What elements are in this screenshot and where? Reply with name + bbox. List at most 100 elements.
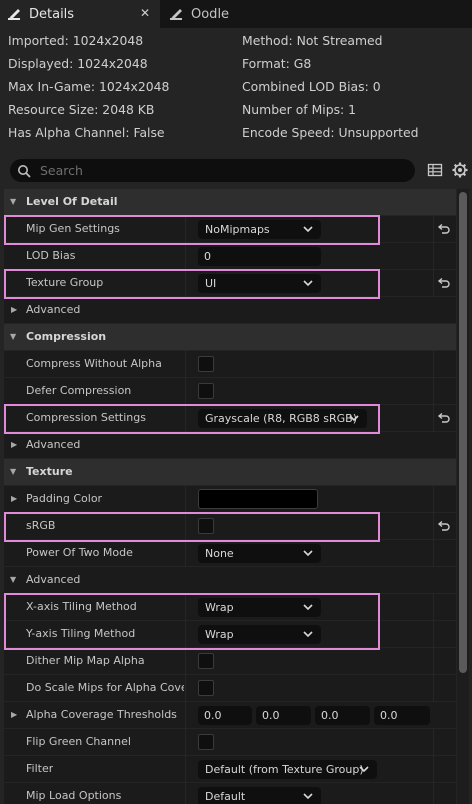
chevron-down-icon bbox=[303, 274, 313, 299]
mip-gen-settings-dropdown[interactable]: NoMipmaps bbox=[198, 220, 321, 239]
chevron-down-icon bbox=[349, 409, 359, 434]
chevron-right-icon: ▶ bbox=[11, 440, 18, 449]
property-row-filter: Filter Default (from Texture Group) bbox=[4, 756, 456, 783]
property-label: Advanced bbox=[26, 573, 81, 586]
power-of-two-dropdown[interactable]: None bbox=[198, 544, 321, 563]
subcategory-advanced-lod[interactable]: ▶ Advanced bbox=[4, 297, 456, 324]
category-label: Texture bbox=[26, 465, 73, 478]
category-texture[interactable]: ▼ Texture bbox=[4, 459, 456, 486]
dither-mip-map-alpha-checkbox[interactable] bbox=[198, 653, 214, 669]
tab-oodle-label: Oodle bbox=[191, 6, 230, 22]
category-level-of-detail[interactable]: ▼ Level Of Detail bbox=[4, 189, 456, 216]
dropdown-value: Default bbox=[205, 790, 246, 803]
property-row-texture-group: Texture Group UI bbox=[4, 270, 456, 297]
chevron-right-icon[interactable]: ▶ bbox=[11, 486, 17, 512]
property-row-y-tiling-method: Y-axis Tiling Method Wrap bbox=[4, 621, 456, 648]
property-label: Advanced bbox=[26, 303, 81, 316]
chevron-down-icon: ▼ bbox=[10, 332, 17, 341]
lod-bias-input[interactable]: 0 bbox=[198, 247, 321, 266]
chevron-down-icon: ▼ bbox=[10, 467, 17, 476]
category-compression[interactable]: ▼ Compression bbox=[4, 324, 456, 351]
alpha-coverage-y-input[interactable]: 0.0 bbox=[256, 706, 311, 725]
chevron-down-icon bbox=[303, 544, 313, 569]
flip-green-channel-checkbox[interactable] bbox=[198, 734, 214, 750]
info-max-in-game: Max In-Game: 1024x2048 bbox=[8, 79, 170, 94]
alpha-coverage-w-input[interactable]: 0.0 bbox=[374, 706, 430, 725]
tab-oodle[interactable]: Oodle bbox=[162, 0, 292, 28]
info-encode-speed: Encode Speed: Unsupported bbox=[242, 125, 419, 140]
property-label: sRGB bbox=[26, 519, 56, 532]
property-label: Defer Compression bbox=[26, 384, 132, 397]
dropdown-value: Default (from Texture Group) bbox=[205, 763, 364, 776]
info-has-alpha: Has Alpha Channel: False bbox=[8, 125, 165, 140]
chevron-down-icon bbox=[303, 220, 313, 245]
dropdown-value: UI bbox=[205, 277, 217, 290]
property-row-flip-green-channel: Flip Green Channel bbox=[4, 729, 456, 756]
dropdown-value: NoMipmaps bbox=[205, 223, 270, 236]
property-row-mip-gen-settings: Mip Gen Settings NoMipmaps bbox=[4, 216, 456, 243]
info-displayed: Displayed: 1024x2048 bbox=[8, 56, 148, 71]
subcategory-advanced-compression[interactable]: ▶ Advanced bbox=[4, 432, 456, 459]
chevron-down-icon: ▼ bbox=[10, 575, 17, 584]
compression-settings-dropdown[interactable]: Grayscale (R8, RGB8 sRGB) bbox=[198, 409, 367, 428]
filter-dropdown[interactable]: Default (from Texture Group) bbox=[198, 760, 377, 779]
padding-color-swatch[interactable] bbox=[198, 489, 318, 509]
y-tiling-dropdown[interactable]: Wrap bbox=[198, 625, 321, 644]
reset-to-default-icon[interactable] bbox=[436, 411, 452, 425]
property-label: Flip Green Channel bbox=[26, 735, 131, 748]
compress-without-alpha-checkbox[interactable] bbox=[198, 356, 214, 372]
property-label: LOD Bias bbox=[26, 249, 76, 262]
category-label: Compression bbox=[26, 330, 107, 343]
property-row-padding-color: ▶ Padding Color bbox=[4, 486, 456, 513]
x-tiling-dropdown[interactable]: Wrap bbox=[198, 598, 321, 617]
close-icon[interactable]: ✕ bbox=[138, 6, 152, 20]
property-row-defer-compression: Defer Compression bbox=[4, 378, 456, 405]
property-label: Y-axis Tiling Method bbox=[26, 627, 136, 640]
info-lod-bias: Combined LOD Bias: 0 bbox=[242, 79, 381, 94]
gear-icon[interactable] bbox=[451, 161, 469, 183]
property-label: Advanced bbox=[26, 438, 81, 451]
property-label: Alpha Coverage Thresholds bbox=[26, 708, 177, 721]
reset-to-default-icon[interactable] bbox=[436, 519, 452, 533]
info-format: Format: G8 bbox=[242, 56, 312, 71]
search-box bbox=[10, 159, 415, 182]
alpha-coverage-x-input[interactable]: 0.0 bbox=[198, 706, 252, 725]
dropdown-value: Wrap bbox=[205, 601, 234, 614]
property-label: Texture Group bbox=[26, 276, 104, 289]
property-label: Power Of Two Mode bbox=[26, 546, 133, 559]
alpha-coverage-z-input[interactable]: 0.0 bbox=[315, 706, 370, 725]
property-row-power-of-two-mode: Power Of Two Mode None bbox=[4, 540, 456, 567]
property-row-x-tiling-method: X-axis Tiling Method Wrap bbox=[4, 594, 456, 621]
reset-to-default-icon[interactable] bbox=[436, 222, 452, 236]
tab-details-label: Details bbox=[29, 6, 75, 22]
property-row-mip-load-options: Mip Load Options Default bbox=[4, 783, 456, 804]
pencil-icon bbox=[169, 7, 185, 21]
property-label: Padding Color bbox=[26, 492, 103, 505]
details-panel: ▼ Level Of Detail Mip Gen Settings NoMip… bbox=[4, 189, 456, 804]
chevron-down-icon bbox=[303, 598, 313, 623]
table-view-icon[interactable] bbox=[427, 161, 443, 183]
mip-load-options-dropdown[interactable]: Default bbox=[198, 787, 321, 804]
search-input[interactable] bbox=[38, 161, 408, 180]
property-label: X-axis Tiling Method bbox=[26, 600, 137, 613]
property-label: Compression Settings bbox=[26, 411, 146, 424]
defer-compression-checkbox[interactable] bbox=[198, 383, 214, 399]
info-method: Method: Not Streamed bbox=[242, 33, 383, 48]
info-imported: Imported: 1024x2048 bbox=[8, 33, 144, 48]
pencil-icon bbox=[7, 7, 23, 21]
property-label: Dither Mip Map Alpha bbox=[26, 654, 145, 667]
property-row-alpha-coverage-thresholds: ▶ Alpha Coverage Thresholds 0.0 0.0 0.0 … bbox=[4, 702, 456, 729]
reset-to-default-icon[interactable] bbox=[436, 276, 452, 290]
srgb-checkbox[interactable] bbox=[198, 518, 214, 534]
subcategory-advanced-texture[interactable]: ▼ Advanced bbox=[4, 567, 456, 594]
chevron-right-icon[interactable]: ▶ bbox=[11, 702, 17, 728]
tab-details[interactable]: Details ✕ bbox=[0, 0, 160, 28]
texture-group-dropdown[interactable]: UI bbox=[198, 274, 321, 293]
property-row-compress-without-alpha: Compress Without Alpha bbox=[4, 351, 456, 378]
dropdown-value: Grayscale (R8, RGB8 sRGB) bbox=[205, 412, 358, 425]
scrollbar-thumb[interactable] bbox=[459, 192, 467, 673]
info-resource-size: Resource Size: 2048 KB bbox=[8, 102, 155, 117]
dropdown-value: None bbox=[205, 547, 234, 560]
property-row-compression-settings: Compression Settings Grayscale (R8, RGB8… bbox=[4, 405, 456, 432]
scale-mips-checkbox[interactable] bbox=[198, 680, 214, 696]
